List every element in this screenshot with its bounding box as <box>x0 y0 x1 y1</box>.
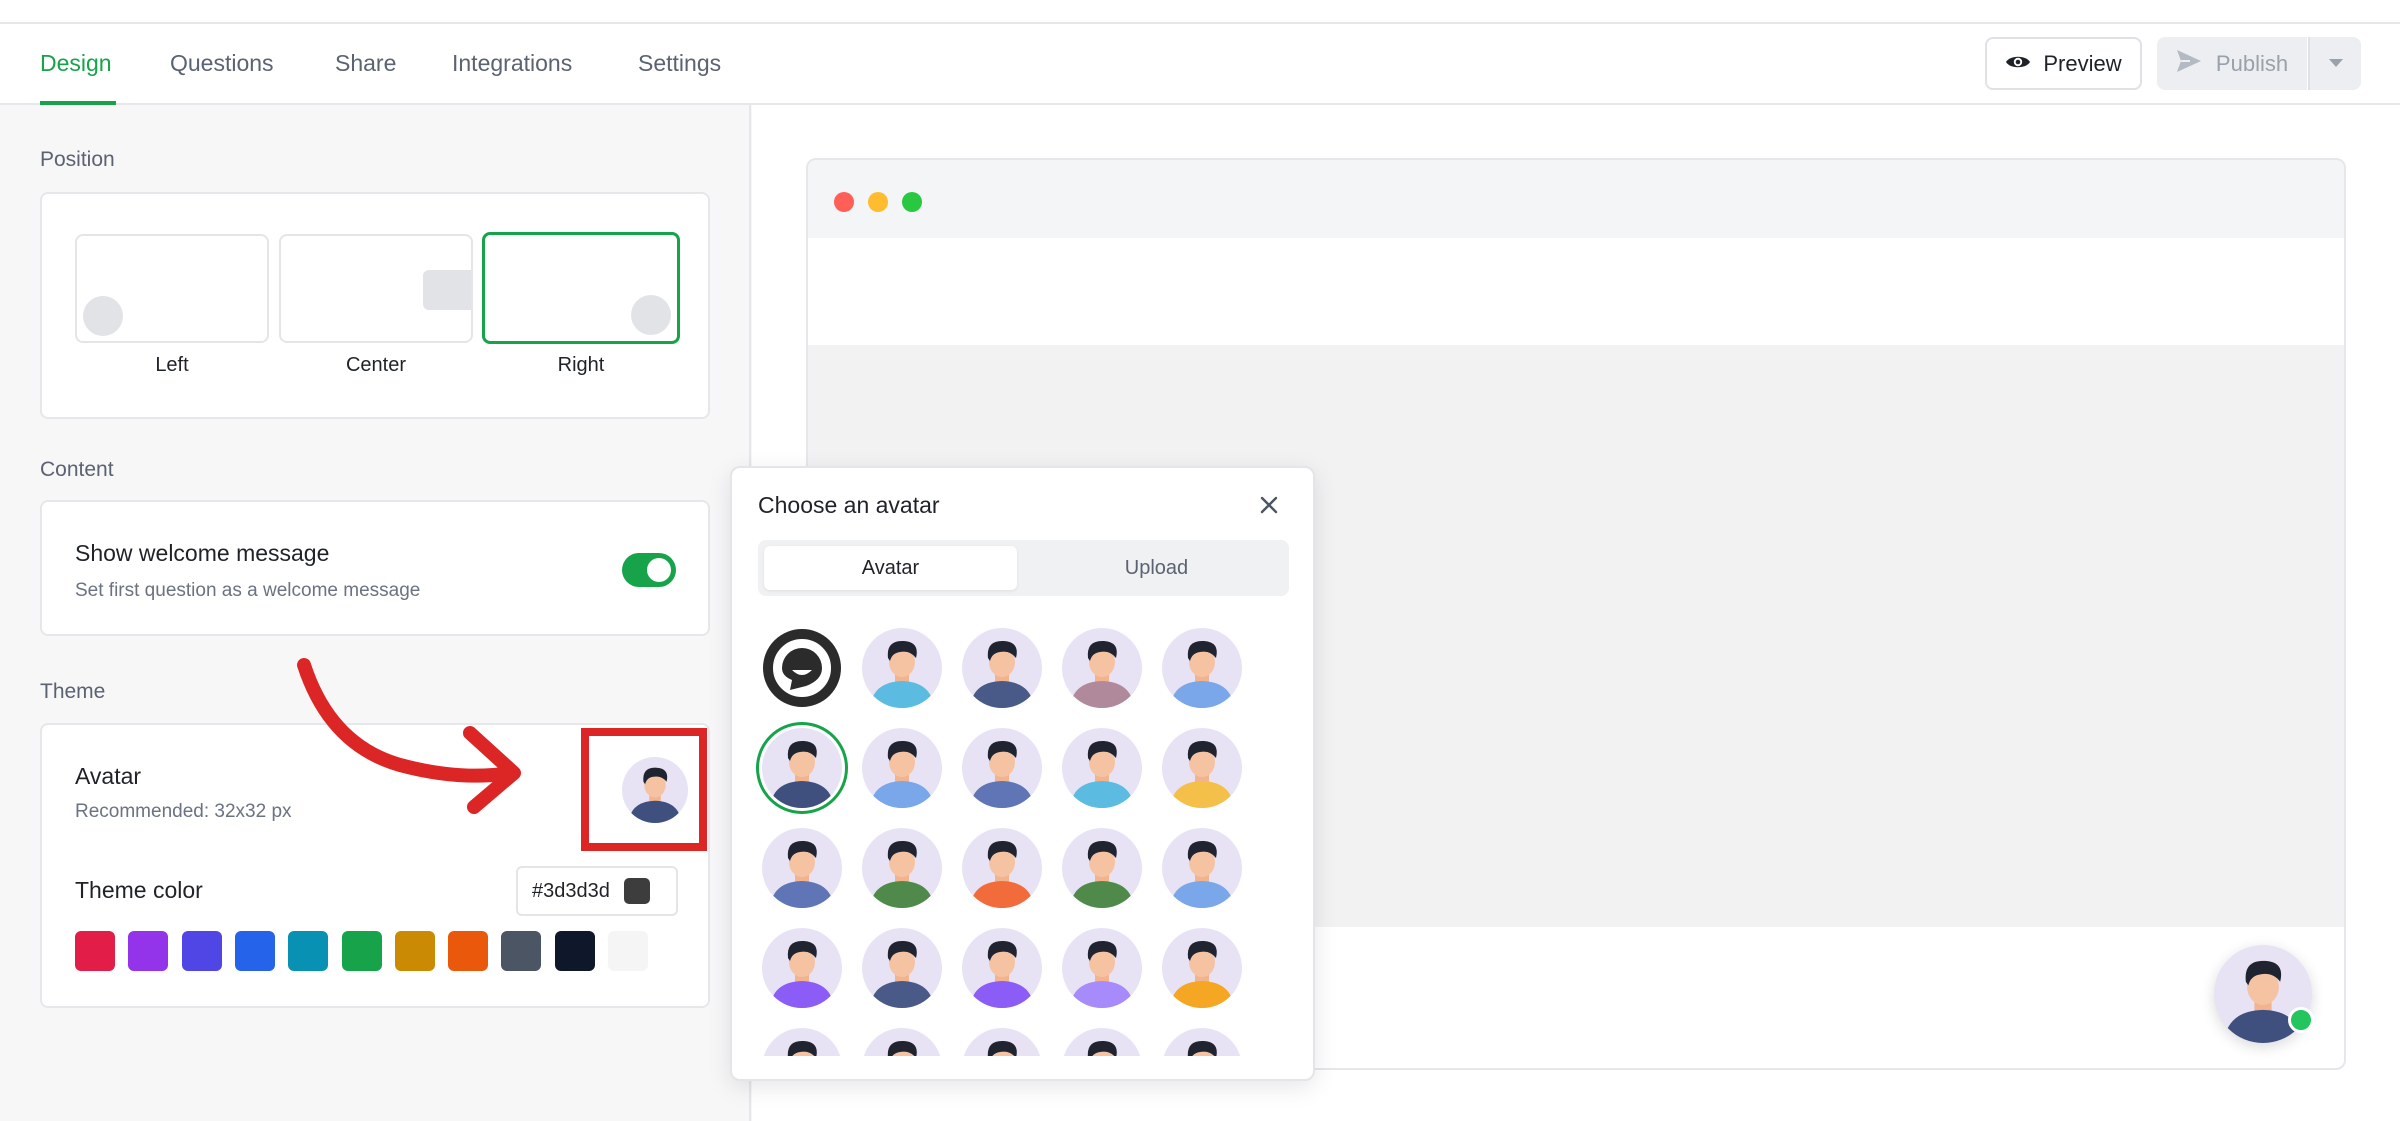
color-swatch[interactable] <box>608 931 648 971</box>
position-card: Left Center Right <box>40 192 710 419</box>
tab-bar: Design Questions Share Integrations Sett… <box>0 24 2400 105</box>
avatar-subtitle: Recommended: 32x32 px <box>75 801 292 822</box>
avatar-option[interactable] <box>862 728 942 808</box>
avatar-option[interactable] <box>1062 1028 1142 1056</box>
avatar-option[interactable] <box>1062 828 1142 908</box>
eye-icon <box>2005 51 2031 77</box>
color-swatch[interactable] <box>128 931 169 971</box>
position-option-center[interactable] <box>279 234 473 343</box>
tab-upload[interactable]: Upload <box>1030 546 1283 590</box>
avatar-option[interactable] <box>962 628 1042 708</box>
avatar-option[interactable] <box>862 928 942 1008</box>
color-swatch[interactable] <box>554 931 595 971</box>
preview-label: Preview <box>2043 50 2122 76</box>
color-swatch[interactable] <box>448 931 489 971</box>
color-swatch[interactable] <box>501 931 542 971</box>
avatar-option[interactable] <box>1162 728 1242 808</box>
avatar-title: Avatar <box>75 763 142 789</box>
position-section-label: Position <box>40 148 115 171</box>
avatar-picker-popover: Choose an avatar Avatar Upload <box>730 466 1315 1081</box>
publish-label: Publish <box>2215 50 2289 76</box>
theme-color-input[interactable]: #3d3d3d <box>516 866 678 916</box>
design-settings-panel: Position Left Center Right Content Show … <box>0 105 751 1121</box>
avatar-option[interactable] <box>1162 1028 1242 1056</box>
color-swatch[interactable] <box>181 931 222 971</box>
avatar-grid <box>756 620 1296 1056</box>
avatar-option[interactable] <box>762 728 842 808</box>
content-section-label: Content <box>40 458 114 481</box>
avatar-option[interactable] <box>1062 728 1142 808</box>
launcher-preview-dot <box>631 295 671 335</box>
content-card: Show welcome message Set first question … <box>40 500 710 636</box>
avatar-option[interactable] <box>862 1028 942 1056</box>
annotation-arrow-icon <box>297 658 521 814</box>
avatar-option[interactable] <box>1162 928 1242 1008</box>
avatar-option[interactable] <box>962 928 1042 1008</box>
position-option-right[interactable] <box>482 232 680 344</box>
avatar-option[interactable] <box>762 1028 842 1056</box>
position-option-left[interactable] <box>75 234 269 343</box>
avatar-option[interactable] <box>762 828 842 908</box>
publish-options-button[interactable] <box>2308 37 2361 90</box>
color-swatch[interactable] <box>394 931 435 971</box>
tab-avatar[interactable]: Avatar <box>764 546 1017 590</box>
avatar-picker-title: Choose an avatar <box>758 492 940 518</box>
theme-color-chip <box>623 878 650 904</box>
close-light <box>834 192 854 212</box>
color-swatch[interactable] <box>288 931 329 971</box>
welcome-message-title: Show welcome message <box>75 540 330 566</box>
color-swatch[interactable] <box>341 931 382 971</box>
tab-questions[interactable]: Questions <box>170 50 274 77</box>
preview-button[interactable]: Preview <box>1985 37 2142 90</box>
avatar-option[interactable] <box>862 628 942 708</box>
maximize-light <box>902 192 922 212</box>
color-swatch[interactable] <box>75 931 115 971</box>
toggle-knob <box>647 558 671 582</box>
avatar-option[interactable] <box>1162 628 1242 708</box>
avatar-option[interactable] <box>1062 628 1142 708</box>
avatar-option[interactable] <box>962 828 1042 908</box>
window-titlebar <box>808 160 2344 238</box>
close-icon[interactable] <box>1254 490 1284 520</box>
position-center-label: Center <box>345 354 407 376</box>
theme-color-value: #3d3d3d <box>532 879 610 902</box>
annotation-highlight-box <box>581 728 707 851</box>
position-left-label: Left <box>155 354 189 376</box>
avatar-option[interactable] <box>962 1028 1042 1056</box>
theme-color-title: Theme color <box>75 877 203 903</box>
tab-integrations[interactable]: Integrations <box>452 50 572 77</box>
online-status-dot <box>2288 1007 2314 1033</box>
minimize-light <box>868 192 888 212</box>
avatar-source-tabs: Avatar Upload <box>758 540 1289 596</box>
color-swatch[interactable] <box>234 931 275 971</box>
tab-settings[interactable]: Settings <box>638 50 721 77</box>
avatar-option[interactable] <box>1062 928 1142 1008</box>
avatar-option[interactable] <box>1162 828 1242 908</box>
launcher-preview-tab <box>423 270 471 310</box>
chevron-down-icon <box>2328 55 2344 73</box>
send-icon <box>2176 49 2202 79</box>
tab-design[interactable]: Design <box>40 50 112 77</box>
chat-logo-avatar-option[interactable] <box>762 628 842 708</box>
theme-section-label: Theme <box>40 680 106 703</box>
top-strip <box>0 0 2400 24</box>
avatar-option[interactable] <box>962 728 1042 808</box>
position-right-label: Right <box>557 354 605 376</box>
publish-button[interactable]: Publish <box>2157 37 2307 90</box>
welcome-message-toggle[interactable] <box>622 553 676 587</box>
avatar-option[interactable] <box>762 928 842 1008</box>
welcome-message-subtitle: Set first question as a welcome message <box>75 580 421 601</box>
avatar-option[interactable] <box>862 828 942 908</box>
launcher-preview-dot <box>83 296 123 336</box>
tab-share[interactable]: Share <box>335 50 396 77</box>
